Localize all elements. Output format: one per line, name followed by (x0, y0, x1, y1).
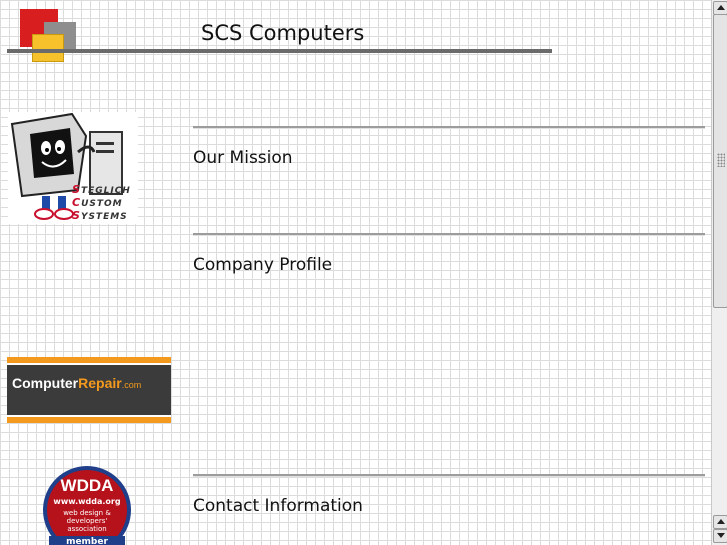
section-divider (193, 474, 705, 477)
wdda-member-badge[interactable]: WDDA www.wdda.org web design & developer… (43, 466, 133, 545)
section-divider (193, 233, 705, 236)
section-title-mission: Our Mission (193, 148, 293, 168)
arrow-up-icon (717, 519, 725, 524)
wdda-description: web design & developers' association (63, 509, 111, 533)
scroll-up-button-lower[interactable] (713, 515, 727, 529)
section-title-profile: Company Profile (193, 255, 333, 275)
logo-top-stripe (7, 357, 171, 363)
grip-icon (717, 153, 725, 167)
scroll-up-button[interactable] (713, 1, 727, 15)
scroll-down-button[interactable] (713, 529, 727, 543)
scs-brand-text: STEGLICH CUSTOM SYSTEMS (72, 183, 131, 223)
logo-yellow-square (32, 34, 64, 62)
arrow-down-icon (717, 533, 725, 538)
wdda-url: www.wdda.org (53, 497, 121, 506)
arrow-up-icon (717, 5, 725, 10)
scrollbar-thumb[interactable] (713, 14, 727, 308)
section-divider (193, 126, 705, 129)
header-divider (7, 49, 552, 53)
site-title: SCS Computers (201, 21, 365, 45)
section-title-contact: Contact Information (193, 496, 363, 516)
scs-logo[interactable]: STEGLICH CUSTOM SYSTEMS (8, 112, 138, 224)
computer-repair-logo[interactable]: ComputerRepair.com (7, 357, 171, 423)
wdda-member-ribbon: member (49, 536, 125, 545)
wdda-acronym: WDDA (60, 476, 114, 495)
computer-repair-wordmark: ComputerRepair.com (12, 375, 142, 391)
vertical-scrollbar[interactable] (711, 0, 727, 545)
logo-bottom-stripe (7, 417, 171, 423)
